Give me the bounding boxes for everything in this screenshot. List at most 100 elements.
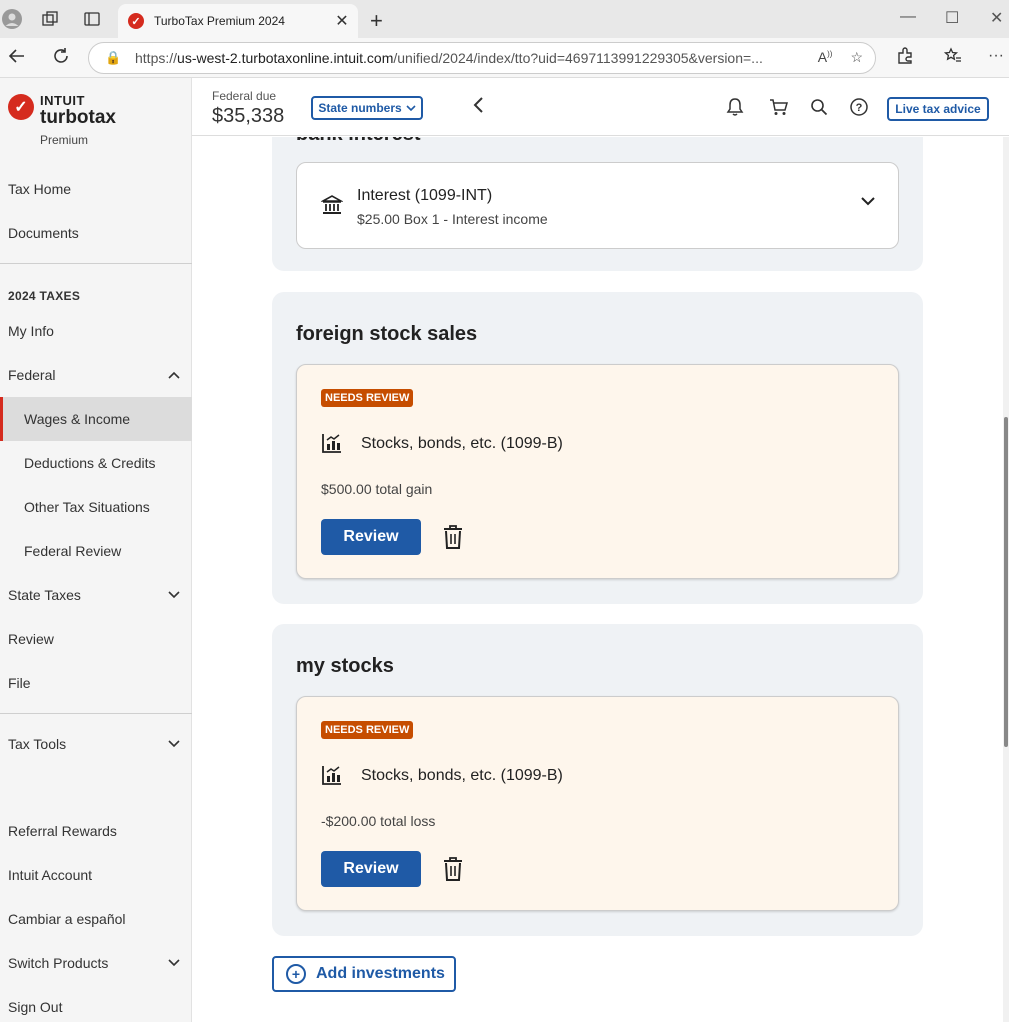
investment-group: foreign stock sales NEEDS REVIEW Stocks,… (272, 292, 923, 604)
scrollbar[interactable] (1003, 137, 1009, 1022)
investment-card: NEEDS REVIEW Stocks, bonds, etc. (1099-B… (296, 696, 899, 911)
workspaces-icon[interactable] (40, 9, 60, 29)
federal-due-amount: $35,338 (212, 105, 285, 127)
search-icon[interactable] (808, 96, 830, 118)
bell-icon[interactable] (724, 96, 746, 118)
trash-icon[interactable] (443, 857, 463, 881)
read-aloud-icon[interactable]: A)) (818, 49, 833, 66)
card-subtitle: $25.00 Box 1 - Interest income (357, 211, 548, 227)
maximize-icon[interactable]: ☐ (945, 8, 959, 28)
sidebar-divider (0, 713, 192, 714)
browser-tab[interactable]: ✓ TurboTax Premium 2024 ✕ (118, 4, 358, 38)
minimize-icon[interactable]: — (900, 8, 916, 26)
stocks-chart-icon (321, 432, 343, 454)
chevron-down-icon (406, 104, 416, 111)
logo-turbotax: turbotax (40, 107, 116, 128)
investment-group: my stocks NEEDS REVIEW Stocks, bonds, et… (272, 624, 923, 936)
tab-actions-icon[interactable] (82, 9, 102, 29)
sidebar-section-label: 2024 TAXES (8, 289, 81, 303)
sidebar-item-cambiar-espanol[interactable]: Cambiar a español (0, 897, 192, 941)
review-button[interactable]: Review (321, 851, 421, 887)
card-title: Interest (1099-INT) (357, 187, 493, 204)
close-tab-icon[interactable]: ✕ (332, 11, 352, 31)
investment-card[interactable]: Interest (1099-INT) $25.00 Box 1 - Inter… (296, 162, 899, 249)
trash-icon[interactable] (443, 525, 463, 549)
sidebar-item-review[interactable]: Review (0, 617, 192, 661)
sidebar-item-state-taxes[interactable]: State Taxes (0, 573, 192, 617)
sidebar-item-label: Switch Products (8, 955, 109, 971)
extensions-icon[interactable] (896, 47, 914, 70)
sidebar-item-federal[interactable]: Federal (0, 353, 192, 397)
needs-review-badge: NEEDS REVIEW (321, 389, 414, 407)
close-window-icon[interactable]: ✕ (990, 8, 1003, 28)
review-button[interactable]: Review (321, 519, 421, 555)
card-subtitle: -$200.00 total loss (321, 813, 436, 829)
collapse-chevron-icon[interactable] (472, 94, 484, 120)
refresh-icon[interactable] (52, 47, 70, 70)
sidebar-item-documents[interactable]: Documents (0, 211, 192, 255)
add-investments-label: Add investments (316, 965, 445, 982)
svg-text:?: ? (856, 102, 863, 114)
needs-review-badge: NEEDS REVIEW (321, 721, 414, 739)
turbotax-favicon-icon: ✓ (128, 13, 144, 29)
turbotax-logo[interactable]: ✓ INTUIT turbotax Premium (8, 94, 116, 146)
url-host: us-west-2.turbotaxonline.intuit.com (177, 50, 394, 66)
state-numbers-button[interactable]: State numbers (311, 96, 423, 120)
chevron-down-icon[interactable] (860, 193, 876, 211)
sidebar-item-file[interactable]: File (0, 661, 192, 705)
app-header: Federal due $35,338 State numbers ? Live… (192, 78, 1009, 136)
new-tab-icon[interactable]: + (370, 8, 383, 34)
address-bar-row: 🔒 https://us-west-2.turbotaxonline.intui… (0, 38, 1009, 78)
main-content: bank interest Interest (1099-INT) $25.00… (192, 137, 1002, 1022)
sidebar-item-federal-review[interactable]: Federal Review (0, 529, 192, 573)
group-title: bank interest (296, 137, 420, 146)
plus-circle-icon: + (286, 964, 306, 984)
help-icon[interactable]: ? (848, 96, 870, 118)
profile-icon[interactable] (2, 9, 22, 29)
group-title: foreign stock sales (296, 323, 478, 345)
logo-intuit: INTUIT (40, 93, 85, 108)
logo-edition: Premium (40, 133, 89, 147)
sidebar-item-intuit-account[interactable]: Intuit Account (0, 853, 192, 897)
investment-group: bank interest Interest (1099-INT) $25.00… (272, 137, 923, 271)
favorites-list-icon[interactable] (943, 47, 962, 70)
chevron-down-icon (168, 737, 180, 751)
sidebar-divider (0, 263, 192, 264)
stocks-chart-icon (321, 764, 343, 786)
group-title: my stocks (296, 655, 394, 677)
logo-checkmark-icon: ✓ (8, 94, 34, 120)
back-arrow-icon[interactable] (8, 47, 26, 70)
sidebar-item-referral-rewards[interactable]: Referral Rewards (0, 809, 192, 853)
bank-icon (319, 194, 345, 216)
sidebar-item-deductions-credits[interactable]: Deductions & Credits (0, 441, 192, 485)
investment-card: NEEDS REVIEW Stocks, bonds, etc. (1099-B… (296, 364, 899, 579)
favorite-star-icon[interactable]: ☆ (850, 49, 863, 66)
sidebar-item-tax-home[interactable]: Tax Home (0, 167, 192, 211)
tab-title: TurboTax Premium 2024 (154, 14, 285, 28)
sidebar-item-sign-out[interactable]: Sign Out (0, 985, 192, 1029)
add-investments-button[interactable]: + Add investments (272, 956, 456, 992)
url-prefix: https:// (135, 50, 178, 66)
sidebar-item-label: State Taxes (8, 587, 81, 603)
cart-icon[interactable] (768, 96, 790, 118)
sidebar-item-tax-tools[interactable]: Tax Tools (0, 722, 192, 766)
sidebar-item-switch-products[interactable]: Switch Products (0, 941, 192, 985)
lock-icon[interactable]: 🔒 (105, 50, 123, 66)
state-numbers-label: State numbers (318, 101, 402, 115)
sidebar-item-wages-income[interactable]: Wages & Income (0, 397, 192, 441)
browser-tab-bar: ✓ TurboTax Premium 2024 ✕ + — ☐ ✕ (0, 0, 1009, 38)
url-path: /unified/2024/index/tto?uid=469711399122… (393, 50, 763, 66)
card-subtitle: $500.00 total gain (321, 481, 433, 497)
sidebar: ✓ INTUIT turbotax Premium Tax Home Docum… (0, 78, 192, 1022)
sidebar-item-my-info[interactable]: My Info (0, 309, 192, 353)
sidebar-item-label: Tax Tools (8, 736, 67, 752)
chevron-up-icon (168, 368, 180, 382)
live-tax-advice-button[interactable]: Live tax advice (887, 97, 989, 121)
scrollbar-thumb[interactable] (1004, 417, 1008, 747)
federal-due-label: Federal due (212, 89, 277, 103)
chevron-down-icon (168, 956, 180, 970)
more-menu-icon[interactable]: ··· (988, 47, 1004, 65)
sidebar-item-other-tax-situations[interactable]: Other Tax Situations (0, 485, 192, 529)
url-field[interactable]: 🔒 https://us-west-2.turbotaxonline.intui… (88, 42, 876, 74)
sidebar-item-label: Federal (8, 367, 56, 383)
